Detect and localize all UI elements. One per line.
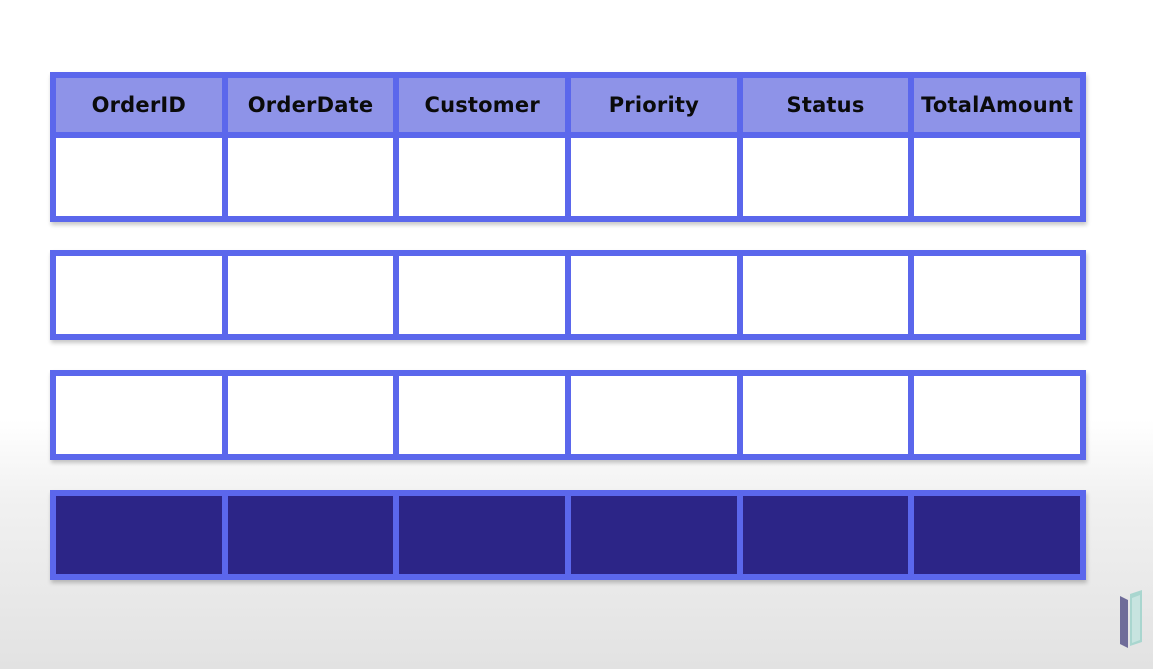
table-with-header: OrderID OrderDate Customer Priority Stat… — [50, 72, 1086, 222]
table-row — [56, 138, 1081, 216]
table-cell — [914, 256, 1081, 334]
filled-record-row — [50, 490, 1086, 580]
table-cell — [399, 376, 566, 454]
table-cell — [914, 138, 1081, 216]
table-cell — [742, 256, 909, 334]
column-header-totalamount: TotalAmount — [914, 78, 1081, 132]
table-cell — [571, 256, 737, 334]
table-cell — [227, 376, 394, 454]
column-header-customer: Customer — [399, 78, 566, 132]
table-cell — [56, 256, 222, 334]
column-header-orderdate: OrderDate — [227, 78, 394, 132]
table-cell — [914, 376, 1081, 454]
filled-cell — [227, 496, 394, 574]
column-header-orderid: OrderID — [56, 78, 222, 132]
table-cell — [227, 256, 394, 334]
table-cell — [399, 138, 566, 216]
table-cell — [56, 138, 222, 216]
filled-cell — [914, 496, 1081, 574]
column-header-priority: Priority — [571, 78, 737, 132]
brand-logo-icon — [1118, 590, 1146, 654]
table-cell — [742, 376, 909, 454]
column-header-status: Status — [742, 78, 909, 132]
empty-record-row — [50, 250, 1086, 340]
table-cell — [399, 256, 566, 334]
table-cell — [571, 376, 737, 454]
table-cell — [56, 376, 222, 454]
empty-record-row — [50, 370, 1086, 460]
table-cell — [742, 138, 909, 216]
filled-cell — [571, 496, 737, 574]
table-diagram: OrderID OrderDate Customer Priority Stat… — [50, 72, 1086, 580]
table-cell — [227, 138, 394, 216]
filled-cell — [399, 496, 566, 574]
filled-cell — [56, 496, 222, 574]
table-cell — [571, 138, 737, 216]
filled-cell — [742, 496, 909, 574]
table-header-row: OrderID OrderDate Customer Priority Stat… — [56, 78, 1081, 132]
